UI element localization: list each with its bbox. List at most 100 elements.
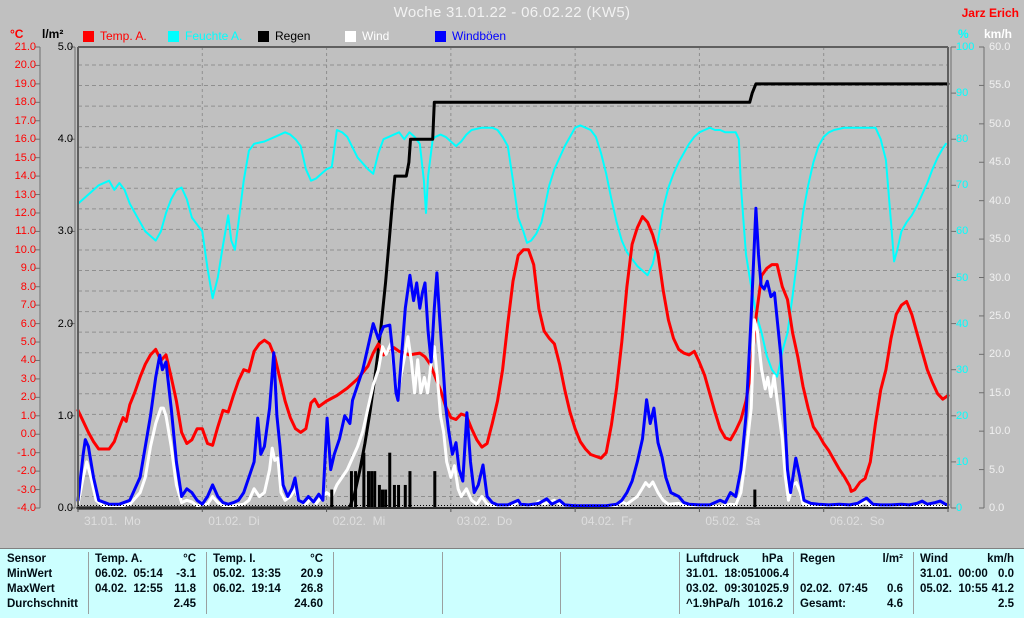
table-divider <box>793 552 794 614</box>
table-divider <box>88 552 89 614</box>
temp-tick-label: 19.0 <box>14 77 36 90</box>
table-row: 06.02. 19:14 26.8 <box>213 583 323 595</box>
temp-tick-label: -1.0 <box>17 446 36 459</box>
table-row: 31.01. 00:00 0.0 <box>920 568 1014 580</box>
stats-col-temp-a: Temp. A. °C 06.02. 05:14 -3.1 04.02. 12:55… <box>88 552 206 612</box>
rain-tick-label: 5.0 <box>57 41 73 53</box>
temp-tick-label: 17.0 <box>14 114 36 127</box>
temp-tick-label: 15.0 <box>14 151 36 164</box>
humidity-tick-label: 20 <box>956 409 969 422</box>
temp-tick-label: 5.0 <box>20 336 36 349</box>
table-row: 05.02. 13:35 20.9 <box>213 568 323 580</box>
temp-tick-label: 1.0 <box>20 409 36 422</box>
temp-tick-label: -4.0 <box>17 502 36 514</box>
humidity-tick-label: 10 <box>956 455 969 468</box>
humidity-tick-label: 30 <box>956 363 969 376</box>
table-row: 02.02. 07:45 0.6 <box>800 583 903 595</box>
rain-bar <box>370 471 374 508</box>
table-row: 2.45 <box>173 598 196 610</box>
table-header: Luftdruck hPa <box>686 553 783 565</box>
rain-bar <box>403 484 407 508</box>
table-row: 04.02. 12:55 11.8 <box>95 583 196 595</box>
temp-tick-label: -3.0 <box>17 483 36 496</box>
temp-tick-label: 8.0 <box>20 280 36 293</box>
temp-tick-label: 14.0 <box>14 170 36 183</box>
temp-tick-label: 12.0 <box>14 206 36 219</box>
wind-tick-label: 35.0 <box>989 233 1011 246</box>
temp-tick-label: 11.0 <box>15 225 36 238</box>
humidity-tick-label: 0 <box>956 502 963 514</box>
humidity-tick-label: 70 <box>956 179 969 192</box>
temp-line <box>76 215 950 493</box>
temp-tick-label: 20.0 <box>14 59 36 72</box>
stats-col-rain: Regen l/m² 02.02. 07:45 0.6 Gesamt: 4.6 <box>793 552 913 612</box>
rain-tick-label: 1.0 <box>57 409 73 422</box>
humidity-tick-label: 80 <box>956 133 969 146</box>
table-divider <box>333 552 334 614</box>
wind-tick-label: 60.0 <box>989 41 1011 53</box>
table-row: 2.5 <box>998 598 1014 610</box>
table-divider <box>913 552 914 614</box>
temp-tick-label: 0.0 <box>20 428 36 441</box>
table-row: 05.02. 10:55 41.2 <box>920 583 1014 595</box>
rain-bar <box>373 471 377 508</box>
wind-tick-label: 55.0 <box>989 79 1011 92</box>
rain-bar <box>367 471 371 508</box>
temp-tick-label: 10.0 <box>14 243 36 256</box>
rain-bar <box>349 471 353 508</box>
temp-tick-label: 13.0 <box>14 188 36 201</box>
wind-tick-label: 25.0 <box>989 309 1011 322</box>
table-divider <box>679 552 680 614</box>
stats-col-pressure: Luftdruck hPa 31.01. 18:05 1006.4 03.02. 0… <box>679 552 793 612</box>
weather-app-window: Woche 31.01.22 - 06.02.22 (KW5) Jarz Eri… <box>0 0 1024 618</box>
rain-bar <box>388 452 392 508</box>
wind-tick-label: 40.0 <box>989 194 1011 207</box>
temp-tick-label: 18.0 <box>14 96 36 109</box>
day-label: 31.01. Mo <box>84 514 141 528</box>
day-label: 05.02. Sa <box>705 514 761 528</box>
table-row: ^1.9hPa/h 1016.2 <box>686 598 783 610</box>
temp-tick-label: 6.0 <box>20 317 36 330</box>
day-label: 04.02. Fr <box>581 514 633 528</box>
rain-bar <box>392 484 396 508</box>
table-row: 31.01. 18:05 1006.4 <box>686 568 789 580</box>
table-row: Gesamt: 4.6 <box>800 598 903 610</box>
rain-bar <box>408 471 412 508</box>
rain-bar <box>354 471 358 508</box>
wind-tick-label: 20.0 <box>989 348 1011 361</box>
table-row: 03.02. 09:30 1025.9 <box>686 583 789 595</box>
humidity-tick-label: 60 <box>956 225 969 238</box>
table-row-label: MaxWert <box>7 583 55 595</box>
gusts-line <box>76 206 950 508</box>
rain-tick-label: 2.0 <box>57 317 73 330</box>
rain-bar <box>433 471 437 508</box>
table-divider <box>560 552 561 614</box>
stats-row-labels: Sensor MinWert MaxWert Durchschnitt <box>0 552 88 612</box>
wind-tick-label: 5.0 <box>989 463 1005 476</box>
stats-table: Sensor MinWert MaxWert Durchschnitt Temp… <box>0 548 1024 618</box>
temp-tick-label: 16.0 <box>14 133 36 146</box>
wind-tick-label: 50.0 <box>989 117 1011 130</box>
table-row-label: MinWert <box>7 568 53 580</box>
day-label: 03.02. Do <box>456 514 513 528</box>
wind-tick-label: 15.0 <box>989 386 1011 399</box>
wind-line <box>76 318 950 508</box>
temp-tick-label: 7.0 <box>20 299 36 312</box>
wind-tick-label: 0.0 <box>989 502 1005 514</box>
temp-tick-label: 2.0 <box>20 391 36 404</box>
table-header: Wind km/h <box>920 553 1014 565</box>
rain-tick-label: 0.0 <box>57 502 73 514</box>
table-divider <box>442 552 443 614</box>
rain-tick-label: 3.0 <box>57 225 73 238</box>
temp-tick-label: 21.0 <box>14 41 36 53</box>
wind-tick-label: 10.0 <box>989 425 1011 438</box>
table-row: 06.02. 05:14 -3.1 <box>95 568 196 580</box>
table-header: Temp. I. °C <box>213 553 323 565</box>
rain-tick-label: 4.0 <box>57 133 73 146</box>
day-label: 01.02. Di <box>208 514 260 528</box>
day-label: 06.02. So <box>829 514 885 528</box>
wind-tick-label: 30.0 <box>989 271 1011 284</box>
rain-bar <box>397 484 401 508</box>
stats-col-wind: Wind km/h 31.01. 00:00 0.0 05.02. 10:55 41.… <box>913 552 1024 612</box>
rain-bar <box>377 484 381 508</box>
